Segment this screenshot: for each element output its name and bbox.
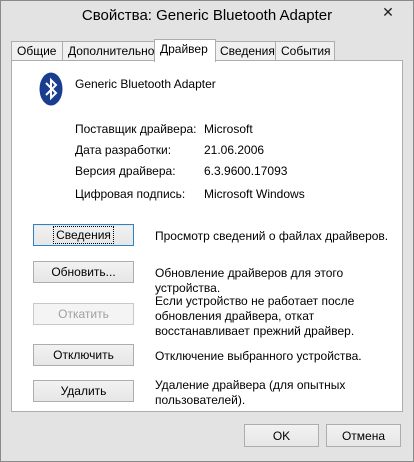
close-icon: ✕ bbox=[382, 3, 394, 20]
tab-details-label: Сведения bbox=[220, 44, 275, 58]
update-driver-button[interactable]: Обновить... bbox=[33, 261, 134, 283]
tab-general-label: Общие bbox=[17, 44, 57, 58]
disable-button-label: Отключить bbox=[53, 348, 114, 362]
update-driver-description: Обновление драйверов для этого устройств… bbox=[155, 266, 344, 295]
rollback-button-label: Откатить bbox=[58, 307, 109, 321]
uninstall-button-label: Удалить bbox=[60, 384, 107, 398]
uninstall-button[interactable]: Удалить bbox=[33, 380, 134, 402]
window-title: Свойства: Generic Bluetooth Adapter bbox=[81, 7, 333, 24]
tab-driver-label: Драйвер bbox=[160, 42, 208, 56]
tab-events-label: События bbox=[281, 44, 331, 58]
version-value: 6.3.9600.17093 bbox=[204, 164, 288, 178]
properties-dialog: Свойства: Generic Bluetooth Adapter ✕ Об… bbox=[0, 0, 414, 462]
details-button[interactable]: Сведения bbox=[33, 224, 134, 246]
uninstall-description: Удаление драйвера (для опытных пользоват… bbox=[155, 378, 346, 407]
provider-value: Microsoft bbox=[204, 122, 253, 136]
tab-advanced-label: Дополнительно bbox=[68, 44, 155, 58]
rollback-description: Если устройство не работает после обновл… bbox=[155, 294, 355, 338]
tab-details[interactable]: Сведения bbox=[214, 41, 276, 60]
disable-description: Отключение выбранного устройства. bbox=[155, 349, 362, 363]
tab-advanced[interactable]: Дополнительно bbox=[62, 41, 156, 60]
tab-driver[interactable]: Драйвер bbox=[154, 39, 216, 62]
close-button[interactable]: ✕ bbox=[373, 2, 403, 22]
cancel-button-label: Отмена bbox=[341, 428, 386, 443]
tab-general[interactable]: Общие bbox=[11, 41, 63, 60]
bluetooth-icon bbox=[39, 72, 63, 106]
update-driver-button-label: Обновить... bbox=[51, 265, 116, 279]
date-label: Дата разработки: bbox=[75, 143, 172, 157]
version-label: Версия драйвера: bbox=[75, 164, 176, 178]
provider-label: Поставщик драйвера: bbox=[75, 122, 197, 136]
signature-value: Microsoft Windows bbox=[204, 187, 305, 201]
rollback-button[interactable]: Откатить bbox=[33, 303, 134, 325]
disable-button[interactable]: Отключить bbox=[33, 344, 134, 366]
ok-button-label: OK bbox=[272, 428, 291, 443]
driver-tab-panel: Generic Bluetooth Adapter Поставщик драй… bbox=[11, 60, 403, 412]
ok-button[interactable]: OK bbox=[244, 424, 319, 447]
details-button-label: Сведения bbox=[53, 226, 114, 244]
signature-label: Цифровая подпись: bbox=[75, 187, 186, 201]
date-value: 21.06.2006 bbox=[204, 143, 265, 157]
tab-events[interactable]: События bbox=[275, 41, 335, 60]
cancel-button[interactable]: Отмена bbox=[326, 424, 401, 447]
title-bar[interactable]: Свойства: Generic Bluetooth Adapter ✕ bbox=[1, 1, 413, 31]
details-description: Просмотр сведений о файлах драйверов. bbox=[155, 229, 389, 243]
device-name: Generic Bluetooth Adapter bbox=[75, 77, 216, 91]
